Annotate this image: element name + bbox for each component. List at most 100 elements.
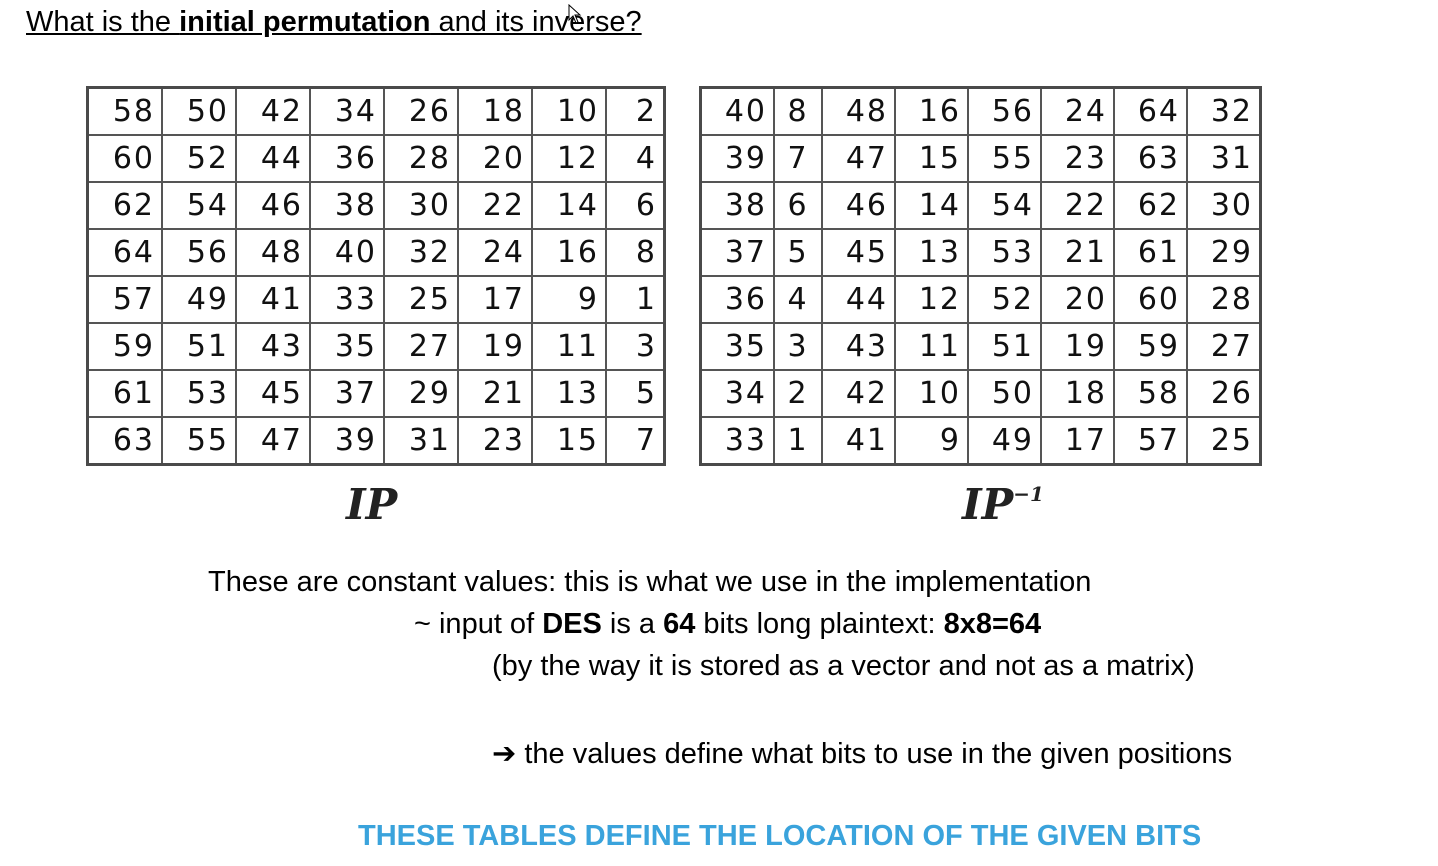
ip-cell: 35	[309, 322, 385, 371]
ip-inverse-row: 39 7 47 15 55 23 63 31	[699, 134, 1262, 183]
mouse-cursor-icon	[568, 4, 582, 24]
ip-cell: 59	[86, 322, 163, 371]
ip-inverse-cell: 4	[773, 275, 823, 324]
ip-inverse-cell: 44	[821, 275, 896, 324]
ip-inverse-cell: 57	[1113, 416, 1188, 466]
ip-inverse-table: 40 8 48 16 56 24 64 32 39 7 47 15 55 23 63 31 38 6 46 14 54 2…	[699, 86, 1262, 466]
ip-inverse-row: 35 3 43 11 51 19 59 27	[699, 322, 1262, 371]
ip-cell: 10	[531, 86, 607, 136]
title-suffix: and its inverse?	[430, 6, 642, 38]
ip-inverse-cell: 14	[894, 181, 969, 230]
ip-cell: 40	[309, 228, 385, 277]
ip-inverse-caption-text: IP	[962, 480, 1014, 529]
ip-cell: 15	[531, 416, 607, 466]
ip-inverse-cell: 9	[894, 416, 969, 466]
ip-inverse-cell: 30	[1186, 181, 1262, 230]
ip-cell: 47	[235, 416, 311, 466]
ip-inverse-row: 34 2 42 10 50 18 58 26	[699, 369, 1262, 418]
ip-cell: 39	[309, 416, 385, 466]
ip-inverse-cell: 10	[894, 369, 969, 418]
ip-inverse-cell: 18	[1040, 369, 1115, 418]
ip-cell: 55	[161, 416, 237, 466]
ip-cell: 16	[531, 228, 607, 277]
ip-cell: 12	[531, 134, 607, 183]
ip-inverse-cell: 21	[1040, 228, 1115, 277]
ip-inverse-cell: 17	[1040, 416, 1115, 466]
ip-inverse-cell: 34	[699, 369, 775, 418]
title-bold: initial permutation	[179, 6, 431, 38]
ip-inverse-cell: 51	[967, 322, 1042, 371]
ip-inverse-cell: 13	[894, 228, 969, 277]
ip-cell: 52	[161, 134, 237, 183]
ip-cell: 53	[161, 369, 237, 418]
ip-cell: 22	[457, 181, 533, 230]
ip-row: 62 54 46 38 30 22 14 6	[86, 181, 666, 230]
ip-cell: 24	[457, 228, 533, 277]
ip-inverse-cell: 52	[967, 275, 1042, 324]
ip-cell: 18	[457, 86, 533, 136]
ip-cell: 41	[235, 275, 311, 324]
ip-inverse-cell: 55	[967, 134, 1042, 183]
ip-cell: 42	[235, 86, 311, 136]
ip-inverse-caption-sup: −1	[1013, 482, 1044, 506]
ip-inverse-cell: 60	[1113, 275, 1188, 324]
ip-cell: 34	[309, 86, 385, 136]
ip-inverse-cell: 27	[1186, 322, 1262, 371]
ip-inverse-caption: IP−1	[962, 480, 1044, 529]
ip-cell: 58	[86, 86, 163, 136]
ip-inverse-cell: 64	[1113, 86, 1188, 136]
ip-inverse-cell: 54	[967, 181, 1042, 230]
ip-inverse-row: 40 8 48 16 56 24 64 32	[699, 86, 1262, 136]
ip-cell: 4	[605, 134, 666, 183]
note-line-2-part2: is a	[601, 608, 664, 640]
ip-cell: 9	[531, 275, 607, 324]
ip-inverse-row: 36 4 44 12 52 20 60 28	[699, 275, 1262, 324]
ip-inverse-cell: 8	[773, 86, 823, 136]
ip-cell: 45	[235, 369, 311, 418]
slide-title: What is the initial permutation and its …	[26, 6, 642, 39]
ip-cell: 28	[383, 134, 459, 183]
ip-row: 58 50 42 34 26 18 10 2	[86, 86, 666, 136]
ip-row: 60 52 44 36 28 20 12 4	[86, 134, 666, 183]
ip-inverse-cell: 25	[1186, 416, 1262, 466]
ip-cell: 33	[309, 275, 385, 324]
ip-inverse-cell: 31	[1186, 134, 1262, 183]
ip-cell: 6	[605, 181, 666, 230]
footer-statement: THESE TABLES DEFINE THE LOCATION OF THE …	[358, 820, 1202, 852]
ip-cell: 17	[457, 275, 533, 324]
ip-cell: 37	[309, 369, 385, 418]
ip-cell: 25	[383, 275, 459, 324]
ip-cell: 54	[161, 181, 237, 230]
ip-inverse-cell: 26	[1186, 369, 1262, 418]
ip-cell: 44	[235, 134, 311, 183]
ip-cell: 62	[86, 181, 163, 230]
ip-inverse-cell: 47	[821, 134, 896, 183]
ip-cell: 61	[86, 369, 163, 418]
ip-cell: 57	[86, 275, 163, 324]
ip-cell: 49	[161, 275, 237, 324]
ip-inverse-cell: 2	[773, 369, 823, 418]
ip-caption-text: IP	[346, 480, 398, 529]
ip-cell: 36	[309, 134, 385, 183]
ip-inverse-cell: 63	[1113, 134, 1188, 183]
note-line-2: ~ input of DES is a 64 bits long plainte…	[414, 608, 1041, 641]
ip-cell: 13	[531, 369, 607, 418]
ip-inverse-cell: 43	[821, 322, 896, 371]
ip-inverse-cell: 19	[1040, 322, 1115, 371]
ip-inverse-cell: 35	[699, 322, 775, 371]
right-arrow-icon: ➔	[492, 738, 517, 770]
note-line-4-text: the values define what bits to use in th…	[516, 738, 1233, 770]
ip-cell: 11	[531, 322, 607, 371]
ip-cell: 32	[383, 228, 459, 277]
ip-caption: IP	[346, 480, 397, 529]
ip-inverse-cell: 37	[699, 228, 775, 277]
ip-cell: 31	[383, 416, 459, 466]
ip-inverse-cell: 50	[967, 369, 1042, 418]
ip-row: 64 56 48 40 32 24 16 8	[86, 228, 666, 277]
ip-inverse-cell: 42	[821, 369, 896, 418]
ip-inverse-cell: 62	[1113, 181, 1188, 230]
ip-inverse-cell: 5	[773, 228, 823, 277]
ip-inverse-cell: 29	[1186, 228, 1262, 277]
ip-cell: 2	[605, 86, 666, 136]
ip-cell: 19	[457, 322, 533, 371]
